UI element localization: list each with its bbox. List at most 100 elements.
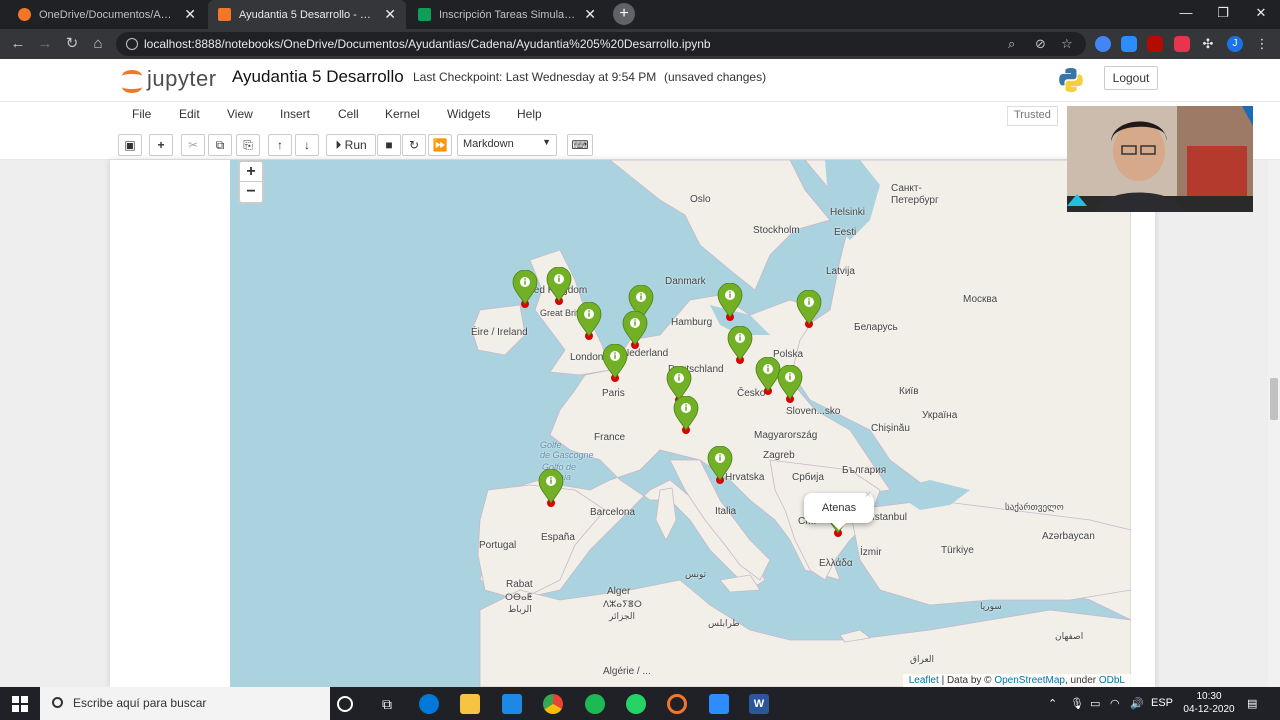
bookmark-star-icon[interactable]: ☆ (1061, 32, 1073, 56)
wifi-icon[interactable]: ◠ (1110, 697, 1120, 710)
zoom-in-button[interactable]: + (240, 162, 262, 182)
menu-insert[interactable]: Insert (280, 107, 310, 121)
logout-button[interactable]: Logout (1104, 66, 1158, 90)
info-marker-icon[interactable] (602, 344, 628, 382)
insert-cell-icon[interactable]: + (149, 134, 173, 156)
cortana-icon[interactable] (337, 696, 353, 712)
battery-icon[interactable]: ▭ (1090, 697, 1100, 710)
menu-view[interactable]: View (227, 107, 253, 121)
info-marker-icon[interactable] (717, 283, 743, 321)
move-up-icon[interactable]: ↑ (268, 134, 292, 156)
scrollbar-thumb[interactable] (1270, 378, 1278, 420)
info-marker-icon[interactable] (512, 270, 538, 308)
file-explorer-icon[interactable] (460, 694, 480, 714)
minimize-icon[interactable]: — (1176, 5, 1196, 20)
close-window-icon[interactable]: ✕ (1251, 5, 1271, 21)
maximize-icon[interactable]: ❐ (1213, 5, 1233, 21)
chrome-menu-icon[interactable]: ⋮ (1254, 36, 1270, 52)
odbl-link[interactable]: ODbL (1099, 675, 1125, 686)
language-indicator[interactable]: ESP (1151, 697, 1173, 709)
python-logo-icon (1059, 68, 1083, 92)
menu-help[interactable]: Help (517, 107, 542, 121)
notebook-title[interactable]: Ayudantia 5 Desarrollo (232, 67, 404, 87)
move-down-icon[interactable]: ↓ (295, 134, 319, 156)
restart-icon[interactable]: ↻ (402, 134, 426, 156)
save-icon[interactable]: ▣ (118, 134, 142, 156)
whatsapp-icon[interactable] (626, 694, 646, 714)
close-tab-icon[interactable]: ✕ (584, 6, 596, 23)
edge-icon[interactable] (419, 694, 439, 714)
trusted-badge[interactable]: Trusted (1007, 106, 1058, 126)
extensions-puzzle-icon[interactable]: ✣ (1200, 36, 1216, 52)
zoom-app-icon[interactable] (709, 694, 729, 714)
menu-kernel[interactable]: Kernel (385, 107, 420, 121)
info-marker-icon[interactable] (777, 365, 803, 403)
cut-icon[interactable]: ✂ (181, 134, 205, 156)
info-marker-icon[interactable] (538, 469, 564, 507)
place-label: Oslo (690, 194, 711, 205)
reload-icon[interactable]: ↻ (62, 34, 82, 54)
tp-extension-icon[interactable] (1174, 36, 1190, 52)
close-tab-icon[interactable]: ✕ (184, 6, 196, 23)
copy-icon[interactable]: ⧉ (208, 134, 232, 156)
browser-tab-jupyter[interactable]: Ayudantia 5 Desarrollo - Jupyter ✕ (208, 0, 406, 29)
profile-avatar[interactable]: J (1227, 36, 1243, 52)
mic-icon[interactable]: 🎙 (1070, 697, 1084, 710)
info-marker-icon[interactable] (796, 290, 822, 328)
info-marker-icon[interactable] (546, 267, 572, 305)
leaflet-map[interactable]: + − Oslo Санкт- Петербург Helsinki Stock… (230, 160, 1131, 687)
chrome-extension-icon[interactable] (1095, 36, 1111, 52)
new-tab-button[interactable]: + (613, 3, 635, 25)
vertical-scrollbar[interactable] (1268, 160, 1280, 687)
menu-file[interactable]: File (132, 107, 151, 121)
cell-type-select[interactable]: Markdown ▼ (457, 134, 557, 156)
paste-icon[interactable]: ⎘ (236, 134, 260, 156)
jupyter-taskbar-icon[interactable] (667, 694, 687, 714)
jupyter-header: jupyter Ayudantia 5 Desarrollo Last Chec… (0, 59, 1280, 101)
menu-cell[interactable]: Cell (338, 107, 359, 121)
restart-run-all-icon[interactable]: ⏩ (428, 134, 452, 156)
tray-chevron-icon[interactable]: ⌃ (1048, 697, 1057, 710)
home-icon[interactable]: ⌂ (88, 34, 108, 54)
chrome-icon[interactable] (543, 694, 563, 714)
forward-arrow-icon[interactable]: → (35, 34, 55, 54)
back-arrow-icon[interactable]: ← (8, 34, 28, 54)
command-palette-icon[interactable]: ⌨ (567, 134, 593, 156)
leaflet-link[interactable]: Leaflet (909, 675, 939, 686)
task-view-icon[interactable]: ⧉ (377, 694, 397, 714)
save-status: (unsaved changes) (664, 70, 767, 84)
browser-tab-sheets[interactable]: Inscripción Tareas Simulación - H ✕ (408, 0, 606, 29)
zoom-icon[interactable]: ⌕ (1008, 32, 1015, 56)
volume-icon[interactable]: 🔊 (1130, 697, 1144, 710)
close-tab-icon[interactable]: ✕ (384, 6, 396, 23)
zoom-out-button[interactable]: − (240, 182, 262, 202)
url-input[interactable]: localhost:8888/notebooks/OneDrive/Docume… (116, 32, 1086, 56)
info-marker-icon[interactable] (707, 446, 733, 484)
taskbar-clock[interactable]: 10:30 04-12-2020 (1178, 690, 1240, 716)
menu-widgets[interactable]: Widgets (447, 107, 490, 121)
pdf-extension-icon[interactable] (1147, 36, 1163, 52)
run-button[interactable]: ⏵ Run (326, 134, 376, 156)
tracking-icon[interactable]: ⊘ (1035, 32, 1046, 56)
popup-close-icon[interactable]: × (865, 487, 871, 503)
browser-tab-onedrive[interactable]: OneDrive/Documentos/Ayudant ✕ (8, 0, 206, 29)
windows-start-icon[interactable] (12, 696, 28, 712)
zoom-extension-icon[interactable] (1121, 36, 1137, 52)
mail-icon[interactable] (502, 694, 522, 714)
place-label: Éire / Ireland (471, 327, 528, 338)
osm-link[interactable]: OpenStreetMap (994, 675, 1065, 686)
spotify-icon[interactable] (585, 694, 605, 714)
jupyter-logo[interactable]: jupyter (121, 66, 217, 93)
place-label: طرابلس (708, 618, 740, 628)
notifications-icon[interactable]: ▤ (1247, 697, 1257, 710)
info-marker-icon[interactable] (727, 326, 753, 364)
menu-edit[interactable]: Edit (179, 107, 200, 121)
taskbar-search-input[interactable]: Escribe aquí para buscar (40, 687, 330, 720)
info-marker-icon[interactable] (673, 396, 699, 434)
attribution-text: | Data by © (941, 675, 992, 686)
site-info-icon[interactable] (126, 38, 138, 50)
interrupt-icon[interactable]: ■ (377, 134, 401, 156)
place-label: Київ (899, 386, 919, 397)
word-icon[interactable]: W (749, 694, 769, 714)
info-marker-icon[interactable] (576, 302, 602, 340)
